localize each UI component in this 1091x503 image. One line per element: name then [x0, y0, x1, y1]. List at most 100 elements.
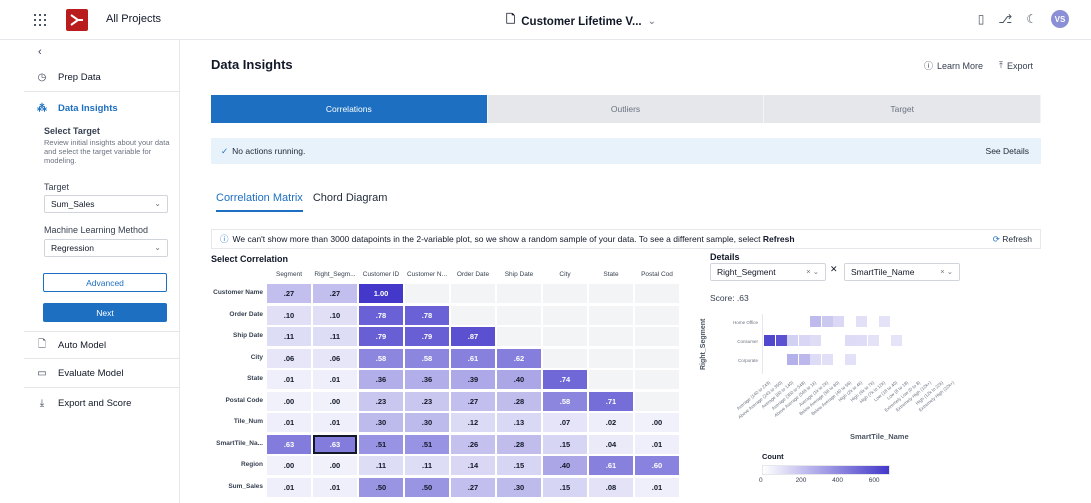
heatmap-cell[interactable]: [844, 353, 856, 365]
matrix-cell[interactable]: .06: [267, 348, 311, 368]
subtab-chord-diagram[interactable]: Chord Diagram: [313, 192, 388, 212]
matrix-cell[interactable]: .15: [497, 456, 541, 475]
sidebar-item-auto-model[interactable]: 🗋 Auto Model: [24, 331, 180, 359]
heatmap-cell[interactable]: [844, 334, 856, 346]
matrix-cell[interactable]: .11: [313, 327, 357, 346]
refresh-button[interactable]: ⟳ Refresh: [993, 234, 1032, 245]
see-details-link[interactable]: See Details: [986, 146, 1029, 156]
matrix-cell[interactable]: .60: [635, 456, 679, 475]
sidebar-item-prep-data[interactable]: ◷ Prep Data: [24, 64, 180, 92]
matrix-cell[interactable]: .62: [497, 348, 541, 368]
matrix-cell[interactable]: .01: [313, 370, 357, 389]
matrix-cell[interactable]: .74: [543, 370, 587, 389]
details-var2-select[interactable]: SmartTile_Name × ⌄: [844, 263, 960, 281]
matrix-cell[interactable]: .10: [267, 305, 311, 325]
next-button[interactable]: Next: [43, 303, 167, 322]
sidebar-item-data-insights[interactable]: ⁂ Data Insights: [24, 94, 180, 122]
matrix-cell[interactable]: .00: [267, 391, 311, 411]
matrix-cell[interactable]: .01: [313, 477, 357, 497]
matrix-cell[interactable]: .07: [543, 413, 587, 432]
matrix-cell[interactable]: .12: [451, 413, 495, 432]
avatar[interactable]: VS: [1051, 10, 1069, 28]
matrix-cell[interactable]: .79: [405, 327, 449, 346]
sidebar-item-evaluate-model[interactable]: ▭ Evaluate Model: [24, 360, 180, 388]
matrix-cell[interactable]: .63: [267, 434, 311, 454]
theme-icon[interactable]: ☾: [1026, 12, 1037, 26]
matrix-cell[interactable]: .50: [359, 477, 403, 497]
matrix-cell[interactable]: .50: [405, 477, 449, 497]
matrix-cell[interactable]: .27: [313, 284, 357, 303]
matrix-cell[interactable]: .23: [359, 391, 403, 411]
matrix-cell[interactable]: .06: [313, 348, 357, 368]
matrix-cell[interactable]: .11: [359, 456, 403, 475]
matrix-cell[interactable]: .58: [405, 348, 449, 368]
matrix-cell[interactable]: .08: [589, 477, 633, 497]
heatmap-cell[interactable]: [798, 353, 810, 365]
matrix-cell[interactable]: .87: [451, 327, 495, 346]
heatmap-cell[interactable]: [821, 316, 833, 327]
matrix-cell[interactable]: .11: [267, 327, 311, 346]
matrix-cell[interactable]: .28: [497, 434, 541, 454]
sidebar-item-export-score[interactable]: ⤓ Export and Score: [24, 389, 180, 417]
matrix-cell[interactable]: .30: [497, 477, 541, 497]
matrix-cell[interactable]: .00: [313, 456, 357, 475]
matrix-cell[interactable]: .15: [543, 477, 587, 497]
matrix-cell[interactable]: .27: [267, 284, 311, 303]
heatmap-cell[interactable]: [890, 334, 902, 346]
all-projects-link[interactable]: All Projects: [106, 13, 161, 25]
matrix-cell[interactable]: .01: [635, 477, 679, 497]
matrix-cell[interactable]: .15: [543, 434, 587, 454]
share-icon[interactable]: ⎇: [998, 12, 1012, 26]
matrix-cell[interactable]: .11: [405, 456, 449, 475]
tab-target[interactable]: Target: [764, 95, 1042, 123]
matrix-cell[interactable]: .61: [451, 348, 495, 368]
document-title[interactable]: 🗋 Customer Lifetime V... ⌄: [506, 12, 656, 31]
matrix-cell[interactable]: .58: [359, 348, 403, 368]
matrix-cell[interactable]: .04: [589, 434, 633, 454]
matrix-cell[interactable]: .40: [543, 456, 587, 475]
matrix-cell[interactable]: 1.00: [359, 284, 403, 303]
heatmap-cell[interactable]: [775, 334, 787, 346]
subtab-correlation-matrix[interactable]: Correlation Matrix: [216, 192, 303, 212]
heatmap-cell[interactable]: [787, 334, 798, 346]
matrix-cell[interactable]: .28: [497, 391, 541, 411]
matrix-cell[interactable]: .01: [267, 370, 311, 389]
heatmap-cell[interactable]: [833, 316, 844, 327]
matrix-cell[interactable]: .30: [405, 413, 449, 432]
learn-more-link[interactable]: ⓘ Learn More: [924, 59, 983, 72]
refresh-link[interactable]: Refresh: [763, 234, 795, 244]
heatmap-cell[interactable]: [810, 334, 821, 346]
matrix-cell[interactable]: .36: [405, 370, 449, 389]
heatmap-cell[interactable]: [879, 316, 890, 327]
matrix-cell[interactable]: .00: [267, 456, 311, 475]
matrix-cell[interactable]: .02: [589, 413, 633, 432]
heatmap-cell[interactable]: [764, 334, 775, 346]
matrix-cell[interactable]: .30: [359, 413, 403, 432]
matrix-cell[interactable]: .14: [451, 456, 495, 475]
tablet-icon[interactable]: ▯: [978, 12, 985, 26]
heatmap-cell[interactable]: [867, 334, 879, 346]
matrix-cell[interactable]: .00: [635, 413, 679, 432]
matrix-cell[interactable]: .63: [313, 434, 357, 454]
matrix-cell[interactable]: .13: [497, 413, 541, 432]
heatmap-cell[interactable]: [856, 334, 867, 346]
matrix-cell[interactable]: .26: [451, 434, 495, 454]
matrix-cell[interactable]: .40: [497, 370, 541, 389]
matrix-cell[interactable]: .61: [589, 456, 633, 475]
matrix-cell[interactable]: .27: [451, 477, 495, 497]
matrix-cell[interactable]: .10: [313, 305, 357, 325]
matrix-cell[interactable]: .36: [359, 370, 403, 389]
matrix-cell[interactable]: .39: [451, 370, 495, 389]
matrix-cell[interactable]: .00: [313, 391, 357, 411]
matrix-cell[interactable]: .78: [359, 305, 403, 325]
matrix-cell[interactable]: .01: [635, 434, 679, 454]
heatmap-cell[interactable]: [810, 353, 821, 365]
target-select[interactable]: Sum_Sales ⌄: [44, 195, 168, 213]
matrix-cell[interactable]: .51: [359, 434, 403, 454]
matrix-cell[interactable]: .27: [451, 391, 495, 411]
matrix-cell[interactable]: .79: [359, 327, 403, 346]
matrix-cell[interactable]: .51: [405, 434, 449, 454]
details-var1-select[interactable]: Right_Segment × ⌄: [710, 263, 826, 281]
export-button[interactable]: ⤒ Export: [999, 59, 1033, 72]
matrix-cell[interactable]: .01: [313, 413, 357, 432]
